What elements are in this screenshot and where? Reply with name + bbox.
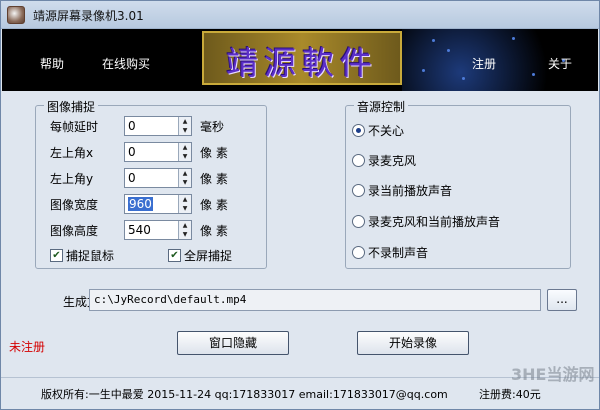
app-icon [7,6,25,24]
unregistered-label: 未注册 [9,340,46,354]
image-width-unit: 像 素 [200,198,228,212]
audio-option-none[interactable]: 不关心 [352,122,404,139]
browse-button[interactable]: ... [547,289,577,311]
capture-mouse-label: 捕捉鼠标 [66,249,115,263]
radio-icon [352,184,365,197]
radio-selected-icon [352,124,365,137]
start-record-button[interactable]: 开始录像 [357,331,469,355]
copyright-text: 版权所有:一生中最爱 2015-11-24 qq:171833017 email… [41,388,448,401]
hide-window-button[interactable]: 窗口隐藏 [177,331,289,355]
check-icon: ✔ [50,249,63,262]
frame-delay-label: 每帧延时 [50,120,99,134]
frame-delay-value: 0 [128,119,136,133]
image-width-arrows[interactable]: ▲ ▼ [178,195,191,213]
top-left-x-unit: 像 素 [200,146,228,160]
image-height-value: 540 [128,223,151,237]
logo: 靖源軟件 [202,31,402,85]
top-left-y-spinner[interactable]: 0 ▲ ▼ [124,168,192,188]
logo-text: 靖源軟件 [225,44,378,82]
radio-icon [352,246,365,259]
check-icon: ✔ [168,249,181,262]
top-left-y-value: 0 [128,171,136,185]
output-file-input[interactable]: c:\JyRecord\default.mp4 [89,289,541,311]
top-left-x-spinner[interactable]: 0 ▲ ▼ [124,142,192,162]
capture-mouse-checkbox[interactable]: ✔ 捕捉鼠标 [50,247,114,264]
top-left-y-label: 左上角y [50,172,94,186]
app-window: 靖源屏幕录像机3.01 帮助 在线购买 靖源軟件 注册 关于 图像捕捉 每帧延时… [0,0,600,410]
top-left-x-label: 左上角x [50,146,94,160]
banner: 帮助 在线购买 靖源軟件 注册 关于 [2,29,598,91]
register-link[interactable]: 注册 [472,55,496,72]
registration-fee: 注册费:40元 [479,388,541,401]
audio-option-label: 不关心 [368,124,405,138]
image-width-value: 960 [128,197,153,211]
audio-option-playback[interactable]: 录当前播放声音 [352,182,452,199]
audio-option-label: 录当前播放声音 [368,184,453,198]
audio-option-label: 不录制声音 [368,246,429,260]
frame-delay-arrows[interactable]: ▲ ▼ [178,117,191,135]
audio-option-mic-and-playback[interactable]: 录麦克风和当前播放声音 [352,213,500,230]
image-height-arrows[interactable]: ▲ ▼ [178,221,191,239]
title-bar[interactable]: 靖源屏幕录像机3.01 [1,1,599,29]
window-title: 靖源屏幕录像机3.01 [33,9,144,23]
audio-option-label: 录麦克风 [368,154,417,168]
frame-delay-unit: 毫秒 [200,120,225,134]
capture-group: 图像捕捉 每帧延时 0 ▲ ▼ 毫秒 左上角x 0 ▲ ▼ 像 素 左上角y 0 ▲… [35,98,267,269]
audio-group: 音源控制 不关心 录麦克风 录当前播放声音 录麦克风和当前播放声音 不录制声音 [345,98,571,269]
help-link[interactable]: 帮助 [40,55,64,72]
image-width-spinner[interactable]: 960 ▲ ▼ [124,194,192,214]
image-width-label: 图像宽度 [50,198,99,212]
fullscreen-label: 全屏捕捉 [184,249,233,263]
radio-icon [352,154,365,167]
fullscreen-checkbox[interactable]: ✔ 全屏捕捉 [168,247,232,264]
audio-group-title: 音源控制 [354,98,409,115]
audio-option-mic[interactable]: 录麦克风 [352,152,416,169]
top-left-y-unit: 像 素 [200,172,228,186]
capture-group-title: 图像捕捉 [44,98,99,115]
image-height-label: 图像高度 [50,224,99,238]
buy-online-link[interactable]: 在线购买 [102,55,150,72]
status-bar: 版权所有:一生中最爱 2015-11-24 qq:171833017 email… [1,377,599,409]
top-left-x-value: 0 [128,145,136,159]
watermark: 3HE当游网 [511,365,595,384]
audio-option-label: 录麦克风和当前播放声音 [368,215,501,229]
image-height-spinner[interactable]: 540 ▲ ▼ [124,220,192,240]
image-height-unit: 像 素 [200,224,228,238]
audio-option-mute[interactable]: 不录制声音 [352,244,428,261]
frame-delay-spinner[interactable]: 0 ▲ ▼ [124,116,192,136]
top-left-y-arrows[interactable]: ▲ ▼ [178,169,191,187]
radio-icon [352,215,365,228]
about-link[interactable]: 关于 [548,55,572,72]
top-left-x-arrows[interactable]: ▲ ▼ [178,143,191,161]
